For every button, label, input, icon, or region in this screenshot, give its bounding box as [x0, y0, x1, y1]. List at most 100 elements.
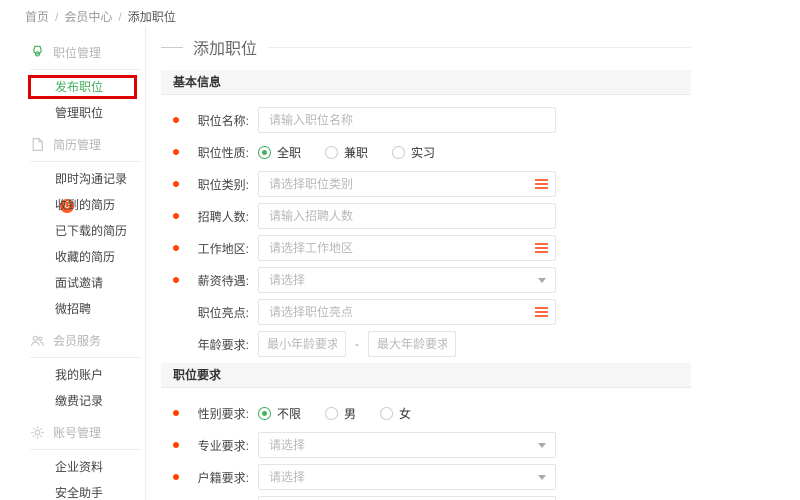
sidebar-item-label: 管理职位 — [55, 106, 103, 120]
field-label: 性别要求: — [187, 405, 249, 422]
breadcrumb-separator: / — [118, 10, 121, 24]
sidebar-item-label: 我的账户 — [55, 368, 103, 382]
field-label: 职位性质: — [187, 144, 249, 161]
work-area-input[interactable] — [258, 235, 556, 261]
gender-radio-group: 不限 男 女 — [258, 405, 435, 422]
salary-input[interactable] — [258, 267, 556, 293]
sidebar-divider — [30, 69, 142, 70]
form-row-major: 专业要求: — [161, 432, 691, 458]
breadcrumb-item[interactable]: 首页 — [25, 10, 49, 24]
form-row-job-name: 职位名称: — [161, 107, 691, 133]
work-area-field — [258, 235, 556, 261]
chevron-down-icon[interactable] — [538, 278, 546, 283]
radio-option[interactable]: 实习 — [392, 144, 435, 161]
job-category-input[interactable] — [258, 171, 556, 197]
chevron-down-icon[interactable] — [538, 475, 546, 480]
radio-icon — [380, 407, 393, 420]
education-field — [258, 496, 556, 500]
sidebar-item-active[interactable]: 发布职位 — [55, 74, 140, 100]
sidebar-section-title: 职位管理 — [53, 44, 101, 61]
main-content: 添加职位 基本信息职位名称:职位性质:全职兼职实习职位类别:招聘人数:工作地区:… — [146, 26, 691, 500]
job-highlights-field — [258, 299, 556, 325]
sidebar-item-label: 收到的简历 — [55, 198, 115, 212]
menu-icon[interactable] — [535, 243, 548, 253]
min-age-input[interactable] — [258, 331, 346, 357]
required-dot — [173, 410, 179, 416]
sidebar-item-link[interactable]: 我的账户 — [55, 362, 140, 388]
field-label: 职位类别: — [187, 176, 249, 193]
breadcrumb-separator: / — [55, 10, 58, 24]
sidebar-item-link[interactable]: 收到的简历 — [55, 192, 140, 218]
page-layout: 职位管理发布职位管理职位简历管理即时沟通记录0收到的简历已下载的简历收藏的简历面… — [0, 26, 800, 500]
field-label: 职位名称: — [187, 112, 249, 129]
salary-field — [258, 267, 556, 293]
form-section-header: 基本信息 — [161, 70, 691, 95]
gear-icon — [30, 425, 45, 440]
recruit-count-field — [258, 203, 556, 229]
sidebar-section-header: 会员服务 — [30, 330, 145, 350]
form-section-header: 职位要求 — [161, 363, 691, 388]
required-dot — [173, 277, 179, 283]
job-nature-radio-group: 全职 兼职 实习 — [258, 144, 459, 161]
radio-dot — [262, 411, 267, 416]
radio-icon — [258, 146, 271, 159]
max-age-input[interactable] — [368, 331, 456, 357]
field-label: 薪资待遇: — [187, 272, 249, 289]
sidebar-divider — [30, 357, 142, 358]
sidebar-item-label: 面试邀请 — [55, 276, 103, 290]
menu-icon[interactable] — [535, 179, 548, 189]
add-position-form: 基本信息职位名称:职位性质:全职兼职实习职位类别:招聘人数:工作地区:薪资待遇:… — [161, 70, 691, 500]
job-name-input[interactable] — [258, 107, 556, 133]
education-input[interactable] — [258, 496, 556, 500]
sidebar-item-label: 微招聘 — [55, 302, 91, 316]
badge-icon — [30, 45, 45, 60]
sidebar-section-header: 职位管理 — [30, 42, 145, 62]
sidebar-item-link[interactable]: 微招聘 — [55, 296, 140, 322]
required-dot — [173, 474, 179, 480]
job-highlights-input[interactable] — [258, 299, 556, 325]
household-input[interactable] — [258, 464, 556, 490]
title-rule — [267, 47, 691, 48]
field-label: 户籍要求: — [187, 469, 249, 486]
radio-label: 实习 — [411, 144, 435, 161]
recruit-count-input[interactable] — [258, 203, 556, 229]
radio-icon — [325, 407, 338, 420]
radio-label: 不限 — [277, 405, 301, 422]
radio-option[interactable]: 兼职 — [325, 144, 368, 161]
radio-option[interactable]: 男 — [325, 405, 356, 422]
radio-label: 男 — [344, 405, 356, 422]
required-dot — [173, 181, 179, 187]
form-row-work-area: 工作地区: — [161, 235, 691, 261]
major-input[interactable] — [258, 432, 556, 458]
page-title: 添加职位 — [161, 36, 691, 58]
sidebar-item-link[interactable]: 企业资料 — [55, 454, 140, 480]
required-dot — [173, 213, 179, 219]
form-row-gender: 性别要求: 不限 男 女 — [161, 400, 691, 426]
range-separator: - — [355, 337, 359, 351]
page-title-text: 添加职位 — [193, 35, 257, 59]
sidebar-item-link[interactable]: 安全助手 — [55, 480, 140, 500]
required-dot — [173, 149, 179, 155]
sidebar-item-link[interactable]: 缴费记录 — [55, 388, 140, 414]
sidebar-item-link[interactable]: 已下载的简历 — [55, 218, 140, 244]
sidebar-item-label: 已下载的简历 — [55, 224, 127, 238]
sidebar-item-link[interactable]: 收藏的简历 — [55, 244, 140, 270]
radio-option[interactable]: 女 — [380, 405, 411, 422]
form-row-job-nature: 职位性质: 全职 兼职 实习 — [161, 139, 691, 165]
sidebar-item-link[interactable]: 面试邀请 — [55, 270, 140, 296]
menu-icon[interactable] — [535, 307, 548, 317]
sidebar-item-link[interactable]: 管理职位 — [55, 100, 140, 126]
radio-icon — [258, 407, 271, 420]
breadcrumb-item[interactable]: 会员中心 — [64, 10, 112, 24]
form-row-education: 学历要求: — [161, 496, 691, 500]
title-dash — [161, 47, 183, 48]
required-dot — [173, 442, 179, 448]
radio-option[interactable]: 全职 — [258, 144, 301, 161]
required-dot — [173, 245, 179, 251]
chevron-down-icon[interactable] — [538, 443, 546, 448]
sidebar-item-link[interactable]: 即时沟通记录0 — [55, 166, 140, 192]
radio-icon — [325, 146, 338, 159]
radio-option[interactable]: 不限 — [258, 405, 301, 422]
sidebar-item-label: 收藏的简历 — [55, 250, 115, 264]
radio-label: 兼职 — [344, 144, 368, 161]
